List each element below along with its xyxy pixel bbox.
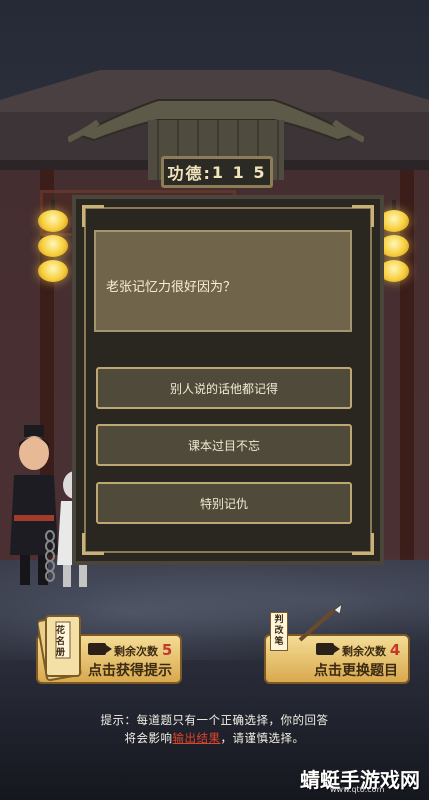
hint-action-label: 点击获得提示 — [88, 663, 172, 679]
answer-option-3[interactable]: 特别记仇 — [96, 482, 352, 524]
tip-line-2: 将会影响输出结果，请谨慎选择。 — [0, 730, 429, 746]
hint-remaining-label: 剩余次数 — [114, 645, 158, 658]
tip-text: 将会影响 — [124, 731, 173, 745]
game-scene: 人间办事处 — [0, 0, 429, 800]
merit-counter: 功德: 1 1 5 — [161, 156, 273, 188]
brush-icon — [298, 604, 343, 642]
frame-corner-ornament — [82, 205, 104, 227]
answer-label: 别人说的话他都记得 — [169, 381, 278, 396]
answer-label: 课本过目不忘 — [187, 438, 260, 453]
stamp-label: 判改笔 — [270, 612, 288, 651]
lantern-string-left — [36, 200, 70, 285]
watermark-url: www.qt6.com — [330, 785, 385, 794]
video-icon — [88, 643, 112, 655]
lantern-icon — [38, 210, 68, 232]
swap-remaining: 剩余次数 4 — [342, 641, 400, 659]
book-label: 花名册 — [56, 626, 66, 658]
answer-label: 特别记仇 — [199, 496, 248, 511]
answer-option-1[interactable]: 别人说的话他都记得 — [96, 367, 352, 409]
swap-action-label: 点击更换题目 — [314, 663, 398, 679]
frame-corner-ornament — [352, 205, 374, 227]
swap-remaining-label: 剩余次数 — [342, 645, 386, 658]
frame-corner-ornament — [82, 533, 104, 555]
question-text: 老张记忆力很好因为？ — [106, 280, 237, 295]
swap-question-button[interactable]: 判改笔 剩余次数 4 点击更换题目 — [264, 604, 410, 684]
frame-corner-ornament — [352, 533, 374, 555]
lantern-icon — [38, 235, 68, 257]
tip-text: ，请谨慎选择。 — [220, 731, 305, 745]
merit-label: 功德: — [167, 164, 212, 183]
video-icon — [316, 643, 340, 655]
hint-remaining: 剩余次数 5 — [114, 641, 172, 659]
swap-remaining-count: 4 — [389, 641, 401, 659]
lantern-icon — [38, 260, 68, 282]
get-hint-button[interactable]: 花名册 剩余次数 5 点击获得提示 — [36, 612, 182, 684]
chain-icon — [45, 530, 55, 582]
tip-highlight: 输出结果 — [172, 731, 221, 745]
answer-option-2[interactable]: 课本过目不忘 — [96, 424, 352, 466]
question-panel: 老张记忆力很好因为？ — [94, 230, 352, 332]
merit-value: 1 1 5 — [211, 162, 267, 182]
tip-line-1: 提示：每道题只有一个正确选择，你的回答 — [100, 713, 329, 727]
hint-remaining-count: 5 — [161, 641, 173, 659]
